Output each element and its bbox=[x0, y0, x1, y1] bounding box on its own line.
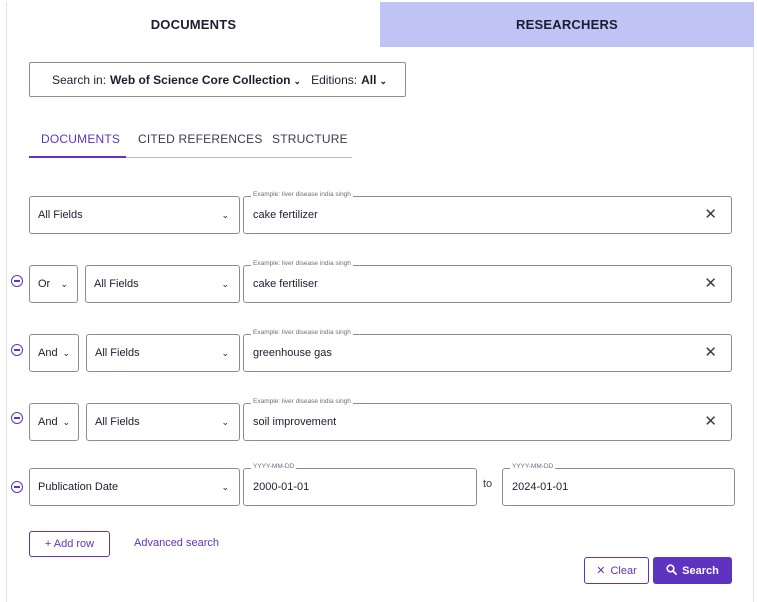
close-icon[interactable]: ✕ bbox=[704, 276, 717, 291]
chevron-down-icon: ⌄ bbox=[221, 279, 229, 289]
search-button[interactable]: Search bbox=[653, 557, 732, 584]
search-button-label: Search bbox=[682, 564, 719, 577]
tab-researchers[interactable]: RESEARCHERS bbox=[380, 2, 754, 47]
editions-dropdown[interactable]: All ⌄ bbox=[361, 73, 387, 87]
chevron-down-icon: ⌄ bbox=[221, 210, 229, 220]
subtab-structure[interactable]: STRUCTURE bbox=[272, 132, 348, 146]
operator-value: Or bbox=[38, 278, 51, 290]
date-to-placeholder: YYYY-MM-DD bbox=[510, 463, 556, 470]
field-select[interactable]: All Fields ⌄ bbox=[86, 334, 240, 372]
field-select-value: All Fields bbox=[95, 416, 140, 428]
chevron-down-icon: ⌄ bbox=[221, 482, 229, 492]
date-field-value: Publication Date bbox=[38, 481, 119, 493]
search-in-label: Search in: bbox=[52, 72, 107, 87]
search-input[interactable]: Example: liver disease india singh soil … bbox=[243, 398, 732, 441]
date-to-input[interactable]: YYYY-MM-DD 2024-01-01 bbox=[502, 463, 735, 506]
field-select-value: All Fields bbox=[38, 209, 83, 221]
date-from-value: 2000-01-01 bbox=[253, 481, 310, 493]
close-icon: ✕ bbox=[596, 565, 606, 577]
field-select[interactable]: All Fields ⌄ bbox=[29, 196, 240, 234]
subtab-cited-references[interactable]: CITED REFERENCES bbox=[138, 132, 263, 146]
date-from-placeholder: YYYY-MM-DD bbox=[251, 463, 297, 470]
active-tab-indicator bbox=[29, 156, 126, 158]
chevron-down-icon: ⌄ bbox=[62, 417, 70, 427]
chevron-down-icon: ⌄ bbox=[62, 348, 70, 358]
chevron-down-icon: ⌄ bbox=[221, 417, 229, 427]
chevron-down-icon: ⌄ bbox=[60, 279, 68, 289]
editions-value: All bbox=[361, 72, 377, 87]
close-icon[interactable]: ✕ bbox=[704, 414, 717, 429]
clear-button-label: Clear bbox=[610, 564, 637, 577]
field-select[interactable]: All Fields ⌄ bbox=[86, 403, 240, 441]
search-type-tabs: DOCUMENTS CITED REFERENCES STRUCTURE bbox=[29, 130, 352, 158]
collection-value: Web of Science Core Collection bbox=[110, 72, 291, 87]
chevron-down-icon: ⌄ bbox=[379, 75, 387, 86]
date-field-select[interactable]: Publication Date ⌄ bbox=[29, 468, 240, 506]
operator-value: And bbox=[38, 416, 58, 428]
field-select-value: All Fields bbox=[95, 347, 140, 359]
search-input[interactable]: Example: liver disease india singh cake … bbox=[243, 191, 732, 234]
field-select[interactable]: All Fields ⌄ bbox=[85, 265, 240, 303]
collection-dropdown[interactable]: Web of Science Core Collection ⌄ bbox=[110, 73, 301, 87]
tab-documents[interactable]: DOCUMENTS bbox=[7, 2, 380, 47]
operator-select[interactable]: Or ⌄ bbox=[29, 265, 78, 303]
chevron-down-icon: ⌄ bbox=[221, 348, 229, 358]
chevron-down-icon: ⌄ bbox=[293, 75, 302, 86]
search-input-value: greenhouse gas bbox=[253, 347, 332, 359]
subtab-documents[interactable]: DOCUMENTS bbox=[41, 132, 120, 146]
editions-label: Editions: bbox=[311, 72, 358, 87]
search-icon bbox=[666, 563, 678, 578]
search-input-placeholder: Example: liver disease india singh bbox=[251, 191, 353, 198]
search-input-value: cake fertilizer bbox=[253, 209, 318, 221]
field-select-value: All Fields bbox=[94, 278, 139, 290]
close-icon[interactable]: ✕ bbox=[704, 207, 717, 222]
search-input[interactable]: Example: liver disease india singh green… bbox=[243, 329, 732, 372]
clear-button[interactable]: ✕ Clear bbox=[584, 557, 649, 584]
search-in-selector: Search in: Web of Science Core Collectio… bbox=[29, 62, 406, 97]
operator-select[interactable]: And ⌄ bbox=[29, 403, 79, 441]
advanced-search-link[interactable]: Advanced search bbox=[134, 537, 219, 549]
search-input-value: soil improvement bbox=[253, 416, 337, 428]
remove-row-icon[interactable] bbox=[11, 275, 23, 287]
remove-row-icon[interactable] bbox=[11, 412, 23, 424]
date-to-value: 2024-01-01 bbox=[512, 481, 569, 493]
close-icon[interactable]: ✕ bbox=[704, 345, 717, 360]
search-input-placeholder: Example: liver disease india singh bbox=[251, 329, 353, 336]
search-input[interactable]: Example: liver disease india singh cake … bbox=[243, 260, 732, 303]
date-from-input[interactable]: YYYY-MM-DD 2000-01-01 bbox=[243, 463, 477, 506]
remove-row-icon[interactable] bbox=[11, 344, 23, 356]
search-input-placeholder: Example: liver disease india singh bbox=[251, 398, 353, 405]
date-range-to-label: to bbox=[483, 478, 493, 490]
search-input-value: cake fertiliser bbox=[253, 278, 318, 290]
operator-select[interactable]: And ⌄ bbox=[29, 334, 79, 372]
operator-value: And bbox=[38, 347, 58, 359]
search-input-placeholder: Example: liver disease india singh bbox=[251, 260, 353, 267]
remove-row-icon[interactable] bbox=[11, 481, 23, 493]
add-row-button[interactable]: + Add row bbox=[29, 531, 110, 557]
